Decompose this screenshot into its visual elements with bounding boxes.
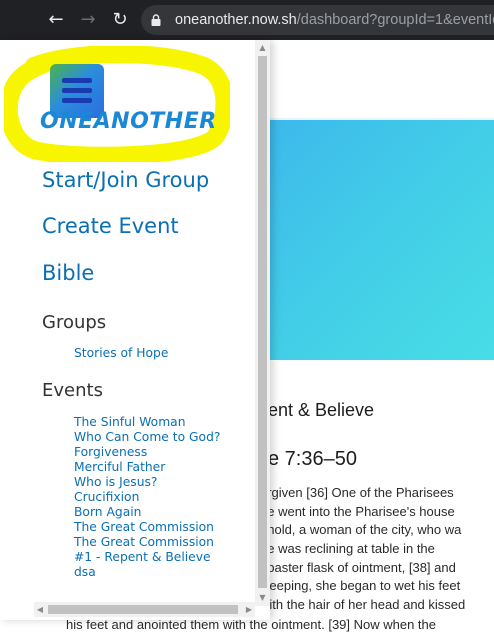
vertical-scroll-thumb[interactable] [258,56,267,588]
events-list: The Sinful Woman Who Can Come to God? Fo… [74,415,254,580]
scripture-reference: e 7:36–50 [268,448,357,470]
event-link[interactable]: Forgiveness [74,445,254,460]
hero-banner [255,120,494,360]
nav-create-event[interactable]: Create Event [42,214,179,238]
vertical-scrollbar[interactable]: ▲ ▼ [255,40,270,606]
event-link[interactable]: Who Can Come to God? [74,430,254,445]
passage-line: abaster flask of ointment, [38] and [260,559,456,575]
nav-bible[interactable]: Bible [42,261,94,285]
url-text: oneanother.now.sh/dashboard?groupId=1&ev… [175,12,494,28]
back-icon[interactable]: ← [44,8,68,32]
group-link[interactable]: Stories of Hope [74,346,168,360]
passage-line: with the hair of her head and kissed [260,597,466,613]
scroll-down-icon[interactable]: ▼ [255,592,270,604]
event-link[interactable]: Merciful Father [74,460,254,475]
scroll-right-icon[interactable]: ▶ [243,602,255,617]
address-bar[interactable]: oneanother.now.sh/dashboard?groupId=1&ev… [141,5,494,35]
event-link[interactable]: #1 - Repent & Believe [74,550,254,565]
scroll-up-icon[interactable]: ▲ [255,42,270,54]
forward-icon[interactable]: → [76,8,100,32]
event-link[interactable]: Born Again [74,505,254,520]
browser-toolbar: ← → ↻ oneanother.now.sh/dashboard?groupI… [0,0,494,40]
event-link[interactable]: dsa [74,565,254,580]
event-link[interactable]: The Sinful Woman [74,415,254,430]
url-host: oneanother.now.sh [175,12,297,28]
horizontal-scroll-thumb[interactable] [48,605,238,614]
passage-line: ehold, a woman of the city, who wa [260,522,462,538]
side-drawer: ONEANOTHER Start/Join Group Create Event… [0,40,270,620]
event-link[interactable]: The Great Commission [74,520,254,535]
passage-line: he was reclining at table in the [260,541,435,557]
event-link[interactable]: The Great Commission [74,535,254,550]
groups-title: Groups [42,312,107,333]
passage-line: weeping, she began to wet his feet [260,578,461,594]
nav-start-join-group[interactable]: Start/Join Group [42,168,209,192]
events-title: Events [42,380,103,401]
horizontal-scrollbar[interactable]: ◀ ▶ [34,602,255,617]
passage-line: orgiven [36] One of the Pharisees [260,485,454,500]
highlight-scribble [4,46,230,162]
event-link[interactable]: Who is Jesus? [74,475,254,490]
url-path: /dashboard?groupId=1&eventId [296,12,494,28]
brand-logo-text[interactable]: ONEANOTHER [40,109,217,134]
lock-icon [151,14,161,26]
event-heading: ent & Believe [268,400,375,420]
scripture-passage: orgiven [36] One of the Pharisees he wen… [260,484,494,615]
reload-icon[interactable]: ↻ [108,8,132,32]
scroll-left-icon[interactable]: ◀ [34,602,46,617]
event-link[interactable]: Crucifixion [74,490,254,505]
passage-line: he went into the Pharisee's house [260,503,455,519]
